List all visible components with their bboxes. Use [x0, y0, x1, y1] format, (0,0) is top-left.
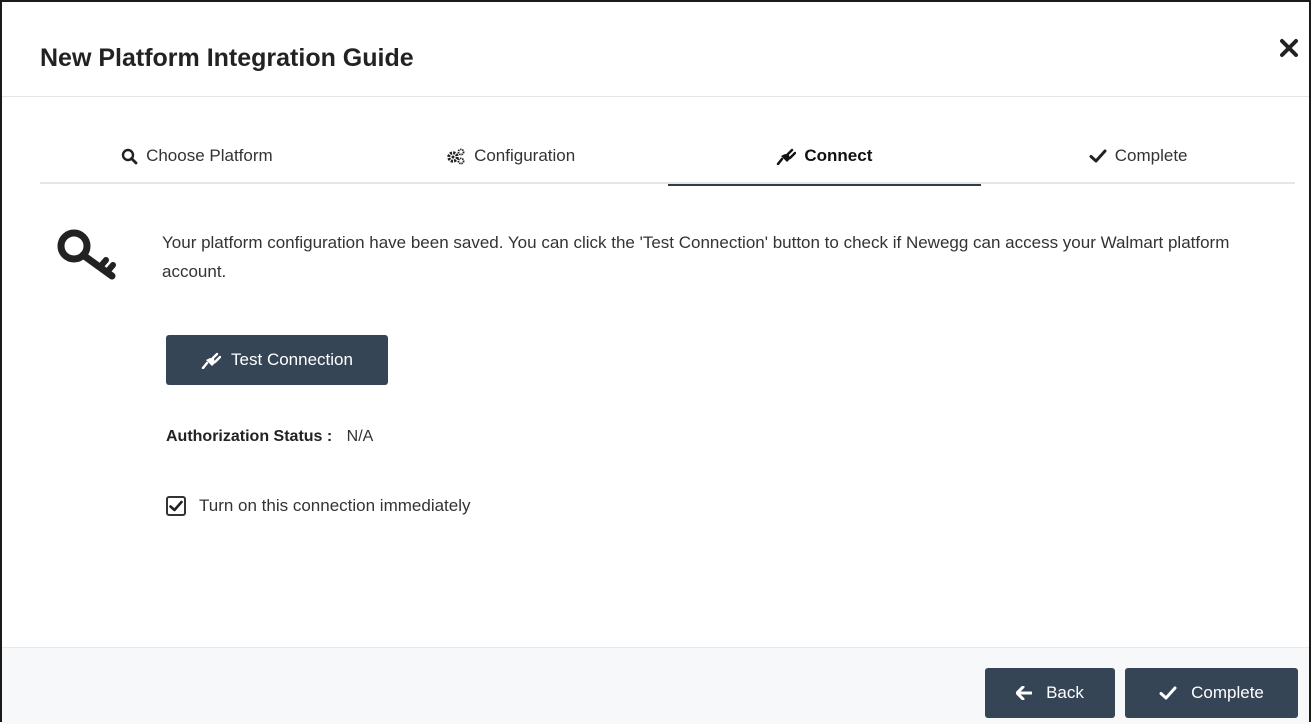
plug-icon — [776, 147, 797, 165]
tab-complete[interactable]: Complete — [981, 128, 1295, 184]
complete-label: Complete — [1191, 683, 1264, 702]
tab-label: Connect — [804, 146, 873, 165]
check-icon — [1089, 148, 1107, 164]
modal-title: New Platform Integration Guide — [40, 44, 414, 72]
tab-label: Configuration — [474, 146, 576, 165]
authorization-status-value: N/A — [346, 428, 374, 445]
search-icon — [121, 148, 138, 165]
test-connection-button[interactable]: Test Connection — [166, 335, 388, 385]
authorization-status: Authorization Status : N/A — [166, 426, 373, 448]
checkmark-icon — [169, 500, 183, 512]
turn-on-connection-label: Turn on this connection immediately — [199, 496, 471, 515]
connect-message: Your platform configuration have been sa… — [162, 233, 1230, 281]
turn-on-connection-option[interactable]: Turn on this connection immediately — [166, 496, 471, 516]
back-button[interactable]: Back — [985, 668, 1115, 718]
turn-on-connection-checkbox[interactable] — [166, 496, 186, 516]
integration-guide-modal: New Platform Integration Guide Choose Pl… — [0, 0, 1311, 724]
tab-label: Complete — [1114, 146, 1188, 165]
plug-icon — [201, 351, 222, 369]
complete-button[interactable]: Complete — [1125, 668, 1298, 718]
back-label: Back — [1046, 683, 1084, 702]
key-icon — [54, 224, 126, 282]
close-button[interactable] — [1277, 36, 1301, 60]
tab-configuration[interactable]: Configuration — [354, 128, 668, 184]
tab-label: Choose Platform — [146, 146, 273, 165]
close-icon — [1280, 39, 1298, 57]
tab-connect[interactable]: Connect — [667, 128, 982, 186]
modal-header: New Platform Integration Guide — [2, 2, 1309, 97]
test-connection-label: Test Connection — [231, 350, 353, 369]
gears-icon — [446, 148, 466, 165]
authorization-status-label: Authorization Status : — [166, 428, 333, 445]
arrow-left-icon — [1016, 686, 1033, 700]
tab-choose-platform[interactable]: Choose Platform — [40, 128, 354, 184]
check-icon — [1159, 685, 1177, 701]
wizard-steps: Choose Platform Configuration Connect Co… — [40, 128, 1295, 186]
modal-footer: Back Complete — [2, 647, 1309, 724]
